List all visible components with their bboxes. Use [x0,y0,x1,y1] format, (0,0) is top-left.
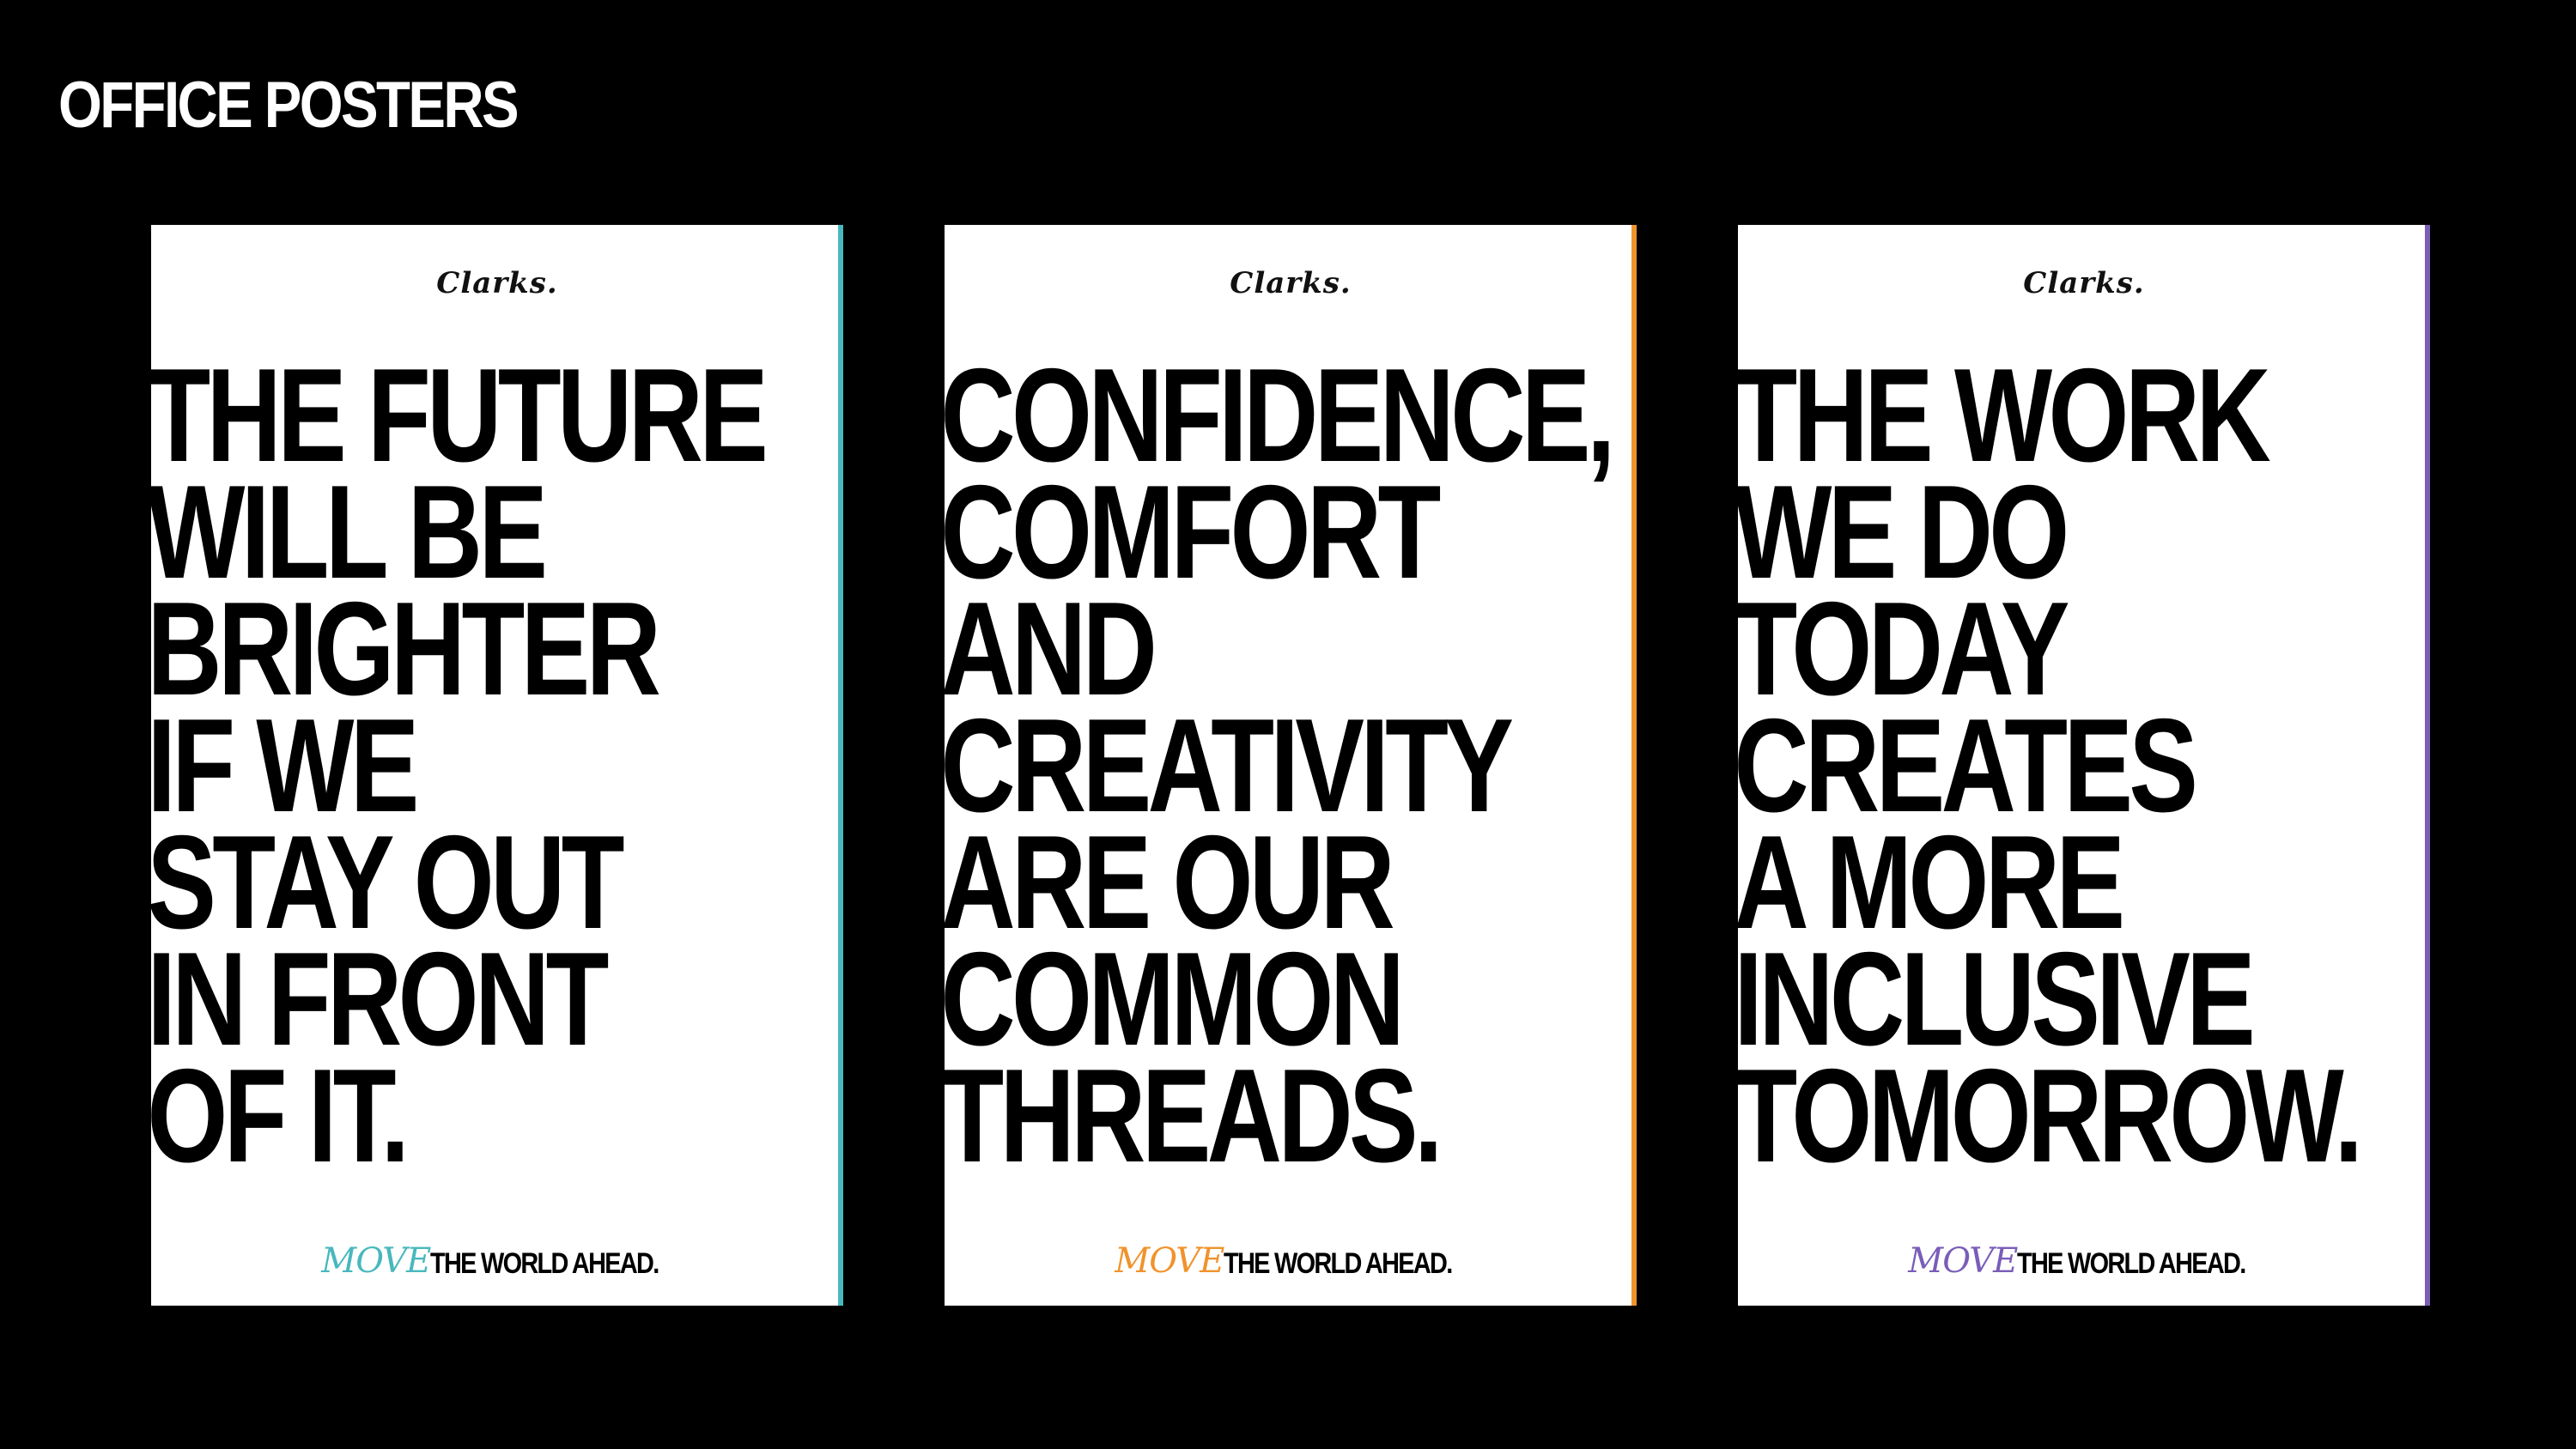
poster-accent-edge [2425,225,2430,1306]
tagline-move: MOVE [321,1241,431,1281]
headline-line: STAY OUT [151,808,625,956]
clarks-logo: Clarks. [1230,266,1352,300]
headline-line: INCLUSIVE [1738,925,2256,1073]
headline-line: COMMON [945,925,1405,1073]
headline-line: AND [945,574,1157,723]
headline-line: THE FUTURE [151,341,769,489]
tagline-rest: THE WORLD AHEAD. [2017,1247,2246,1280]
headline-line: IN FRONT [151,925,609,1073]
poster-future-brighter: Clarks. THE FUTURE WILL BE BRIGHTER IF W… [151,225,843,1306]
poster-accent-edge [1631,225,1637,1306]
clarks-logo: Clarks. [436,266,558,300]
headline-line: IF WE [151,691,419,840]
headline-line: ARE OUR [945,808,1395,956]
headline-line: A MORE [1738,808,2125,956]
headline-line: WE DO [1738,458,2069,606]
headline-line: TODAY [1738,574,2069,723]
poster-headline: THE FUTURE WILL BE BRIGHTER IF WE STAY O… [151,341,769,1190]
poster-tagline: MOVETHE WORLD AHEAD. [151,1241,843,1281]
headline-line: THREADS. [945,1041,1443,1190]
poster-headline: THE WORK WE DO TODAY CREATES A MORE INCL… [1738,341,2363,1190]
headline-line: BRIGHTER [151,574,661,723]
clarks-logo: Clarks. [2023,266,2145,300]
headline-line: TOMORROW. [1738,1041,2363,1190]
poster-confidence-comfort: Clarks. CONFIDENCE, COMFORT AND CREATIVI… [945,225,1637,1306]
tagline-move: MOVE [1115,1241,1224,1281]
tagline-move: MOVE [1908,1241,2018,1281]
poster-accent-edge [838,225,843,1306]
poster-headline: CONFIDENCE, COMFORT AND CREATIVITY ARE O… [945,341,1615,1190]
poster-work-today: Clarks. THE WORK WE DO TODAY CREATES A M… [1738,225,2430,1306]
headline-line: OF IT. [151,1041,410,1190]
headline-line: CONFIDENCE, [945,341,1615,489]
tagline-rest: THE WORLD AHEAD. [1224,1247,1453,1280]
headline-line: COMFORT [945,458,1441,606]
headline-line: CREATIVITY [945,691,1514,840]
poster-tagline: MOVETHE WORLD AHEAD. [1738,1241,2430,1281]
page-title: OFFICE POSTERS [58,69,519,142]
headline-line: THE WORK [1738,341,2271,489]
poster-tagline: MOVETHE WORLD AHEAD. [945,1241,1637,1281]
headline-line: CREATES [1738,691,2198,840]
tagline-rest: THE WORLD AHEAD. [430,1247,659,1280]
headline-line: WILL BE [151,458,548,606]
